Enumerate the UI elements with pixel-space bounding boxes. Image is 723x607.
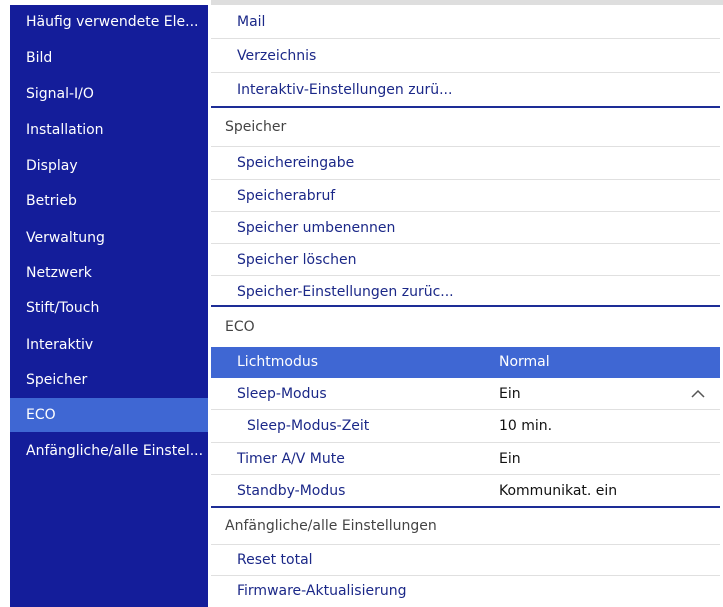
row-label: Verzeichnis [237, 48, 317, 64]
menu-row-mail[interactable]: Mail [211, 5, 720, 39]
section-header-label: Speicher [225, 119, 287, 135]
menu-row-speicherabruf[interactable]: Speicherabruf [211, 180, 720, 212]
menu-row-verzeichnis[interactable]: Verzeichnis [211, 39, 720, 73]
sidebar-item-label: Häufig verwendete Ele... [26, 14, 199, 30]
row-label: Sleep-Modus [237, 386, 327, 402]
row-value: 10 min. [499, 418, 553, 434]
row-label: Mail [237, 14, 266, 30]
sidebar-item-bild[interactable]: Bild [10, 41, 208, 75]
sidebar-item-betrieb[interactable]: Betrieb [10, 184, 208, 218]
section-header-label: ECO [225, 319, 255, 335]
menu-row-speichereingabe[interactable]: Speichereingabe [211, 146, 720, 180]
row-label: Standby-Modus [237, 483, 346, 499]
row-label: Speicher-Einstellungen zurüc... [237, 284, 454, 300]
sidebar-item-speicher[interactable]: Speicher [10, 363, 208, 397]
section-header-speicher: Speicher [211, 108, 720, 146]
sidebar-item-label: Netzwerk [26, 265, 92, 281]
sidebar-item-label: Speicher [26, 372, 88, 388]
sidebar-item-label: Stift/Touch [26, 300, 100, 316]
sidebar-item-label: Installation [26, 122, 104, 138]
row-value: Kommunikat. ein [499, 483, 618, 499]
sidebar-item-verwaltung[interactable]: Verwaltung [10, 221, 208, 255]
row-label: Speichereingabe [237, 155, 355, 171]
menu-row-reset-total[interactable]: Reset total [211, 544, 720, 576]
row-label: Speicher löschen [237, 252, 357, 268]
row-value: Normal [499, 354, 550, 370]
sidebar-item-installation[interactable]: Installation [10, 113, 208, 147]
settings-panel: Mail Verzeichnis Interaktiv-Einstellunge… [211, 0, 723, 607]
sidebar-item-label: ECO [26, 407, 56, 423]
row-value: Ein [499, 451, 521, 467]
row-label: Reset total [237, 552, 313, 568]
sidebar-item-interaktiv[interactable]: Interaktiv [10, 328, 208, 362]
menu-row-interaktiv-reset[interactable]: Interaktiv-Einstellungen zurü... [211, 73, 720, 107]
row-label: Interaktiv-Einstellungen zurü... [237, 82, 453, 98]
sidebar: Häufig verwendete Ele... Bild Signal-I/O… [10, 5, 208, 607]
sidebar-item-label: Interaktiv [26, 337, 94, 353]
row-label: Sleep-Modus-Zeit [247, 418, 370, 434]
row-value: Ein [499, 386, 521, 402]
sidebar-item-label: Anfängliche/alle Einstel... [26, 443, 204, 459]
sidebar-item-anfaengliche[interactable]: Anfängliche/alle Einstel... [10, 434, 208, 468]
chevron-up-icon[interactable] [691, 387, 705, 401]
sidebar-item-label: Display [26, 158, 78, 174]
projector-menu: Häufig verwendete Ele... Bild Signal-I/O… [0, 0, 723, 607]
section-header-label: Anfängliche/alle Einstellungen [225, 518, 437, 534]
menu-row-sleep-modus-zeit[interactable]: Sleep-Modus-Zeit 10 min. [211, 410, 720, 443]
menu-row-speicher-reset[interactable]: Speicher-Einstellungen zurüc... [211, 276, 720, 306]
row-label: Speicher umbenennen [237, 220, 396, 236]
row-label: Firmware-Aktualisierung [237, 583, 407, 599]
section-header-eco: ECO [211, 307, 720, 347]
sidebar-item-netzwerk[interactable]: Netzwerk [10, 256, 208, 290]
row-label: Timer A/V Mute [237, 451, 345, 467]
menu-row-standby-modus[interactable]: Standby-Modus Kommunikat. ein [211, 475, 720, 507]
sidebar-item-stift-touch[interactable]: Stift/Touch [10, 291, 208, 325]
sidebar-item-signal-io[interactable]: Signal-I/O [10, 77, 208, 111]
sidebar-item-label: Verwaltung [26, 230, 105, 246]
menu-row-lichtmodus[interactable]: Lichtmodus Normal [211, 347, 720, 378]
menu-row-firmware[interactable]: Firmware-Aktualisierung [211, 576, 720, 607]
section-header-anfaengliche: Anfängliche/alle Einstellungen [211, 508, 720, 544]
sidebar-item-display[interactable]: Display [10, 149, 208, 183]
row-label: Lichtmodus [237, 354, 319, 370]
menu-row-speicher-umbenennen[interactable]: Speicher umbenennen [211, 212, 720, 244]
sidebar-item-eco[interactable]: ECO [10, 398, 208, 432]
sidebar-item-haeufig[interactable]: Häufig verwendete Ele... [10, 5, 208, 39]
sidebar-item-label: Betrieb [26, 193, 77, 209]
sidebar-item-label: Signal-I/O [26, 86, 94, 102]
row-label: Speicherabruf [237, 188, 336, 204]
menu-row-sleep-modus[interactable]: Sleep-Modus Ein [211, 378, 720, 410]
menu-row-timer-av-mute[interactable]: Timer A/V Mute Ein [211, 443, 720, 475]
menu-row-speicher-loeschen[interactable]: Speicher löschen [211, 244, 720, 276]
sidebar-item-label: Bild [26, 50, 53, 66]
